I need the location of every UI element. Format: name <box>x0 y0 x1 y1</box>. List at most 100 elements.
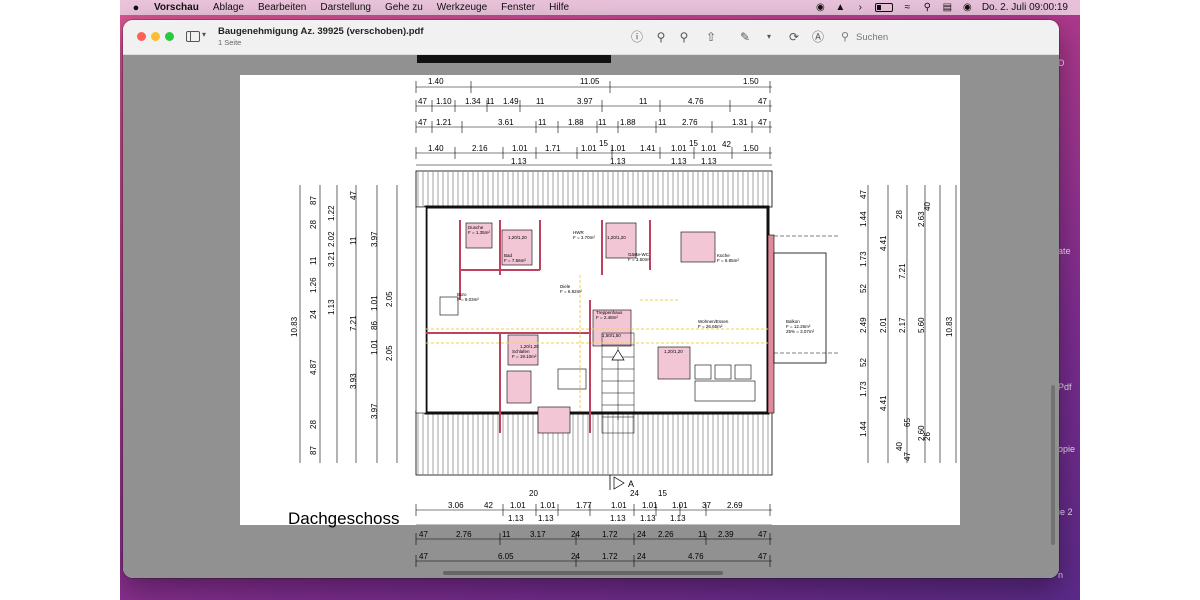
dim-text: 24 <box>637 552 646 561</box>
siri-icon[interactable]: ◉ <box>962 2 973 13</box>
dim-text: 1.13 <box>538 514 554 523</box>
dim-text: 1.72 <box>602 552 618 561</box>
zoom-button[interactable] <box>165 32 174 41</box>
dim-text: 1.21 <box>436 118 452 127</box>
dim-text: 1.01 <box>370 339 379 355</box>
menu-vorschau[interactable]: Vorschau <box>154 2 199 13</box>
menu-ablage[interactable]: Ablage <box>213 2 244 13</box>
dim-text: 28 <box>309 220 318 229</box>
dim-text: 52 <box>859 358 868 367</box>
dim-text: 1.13 <box>640 514 656 523</box>
chevron-down-icon: ▾ <box>202 30 207 39</box>
desktop-label[interactable]: ie 2 <box>1058 507 1073 517</box>
chevron-down-icon[interactable]: ▾ <box>761 29 777 45</box>
dim-text: 37 <box>702 501 711 510</box>
dim-text: 11 <box>536 97 545 106</box>
horizontal-scrollbar[interactable] <box>443 571 723 575</box>
room-area: F = 3.70m² <box>573 235 595 240</box>
desktop-label[interactable]: ate <box>1058 246 1071 256</box>
room-area: F = 1.35m² <box>468 230 490 235</box>
menu-bearbeiten[interactable]: Bearbeiten <box>258 2 306 13</box>
search-input[interactable] <box>856 29 1016 45</box>
desktop: ● Vorschau Ablage Bearbeiten Darstellung… <box>120 0 1080 600</box>
dim-text: 11 <box>538 118 547 127</box>
spotlight-search-icon[interactable]: ⚲ <box>922 2 933 13</box>
dim-text: 1.01 <box>510 501 526 510</box>
annotate-icon[interactable]: Ⓐ <box>810 29 826 45</box>
dim-text: 2.26 <box>658 530 674 539</box>
dim-text: 15 <box>658 489 667 498</box>
app-status-icon[interactable]: ▲ <box>835 2 846 13</box>
dim-text: 1.01 <box>540 501 556 510</box>
dim-text: 3.61 <box>498 118 514 127</box>
dim-text: 3.06 <box>448 501 464 510</box>
control-center-icon[interactable]: ▤ <box>942 2 953 13</box>
dim-text: 24 <box>571 530 580 539</box>
menu-gehe-zu[interactable]: Gehe zu <box>385 2 423 13</box>
battery-icon[interactable] <box>874 3 893 12</box>
desktop-label[interactable]: opie <box>1058 444 1075 454</box>
dim-text: 2.02 <box>327 231 336 247</box>
dim-text: 4.76 <box>688 97 704 106</box>
dim-text: 52 <box>859 284 868 293</box>
desktop-label[interactable]: Pdf <box>1058 382 1072 392</box>
page-count: 1 Seite <box>218 38 242 47</box>
apple-menu-icon[interactable]: ● <box>130 2 142 14</box>
dim-text: 1.01 <box>370 295 379 311</box>
dim-text: 11 <box>486 97 495 106</box>
dim-text: 1.50 <box>743 77 759 86</box>
menu-darstellung[interactable]: Darstellung <box>320 2 371 13</box>
room-area: F = 26.65m² <box>698 324 723 329</box>
dim-text: 11 <box>502 530 511 539</box>
dim-text: 1.13 <box>670 514 686 523</box>
dim-text: 2.63 <box>917 211 926 227</box>
zoom-in-icon[interactable]: ⚲ <box>676 29 692 45</box>
minimize-button[interactable] <box>151 32 160 41</box>
dim-text: 1.31 <box>732 118 748 127</box>
dim-text: 2.05 <box>385 345 394 361</box>
dim-text: 1.77 <box>576 501 592 510</box>
dim-text: 11 <box>698 530 707 539</box>
document-viewport[interactable]: A 1.40 11.05 1.50 47 1.10 1.34 11 1.49 1… <box>123 55 1059 578</box>
dim-text: 1.50 <box>743 144 759 153</box>
menu-bar: ● Vorschau Ablage Bearbeiten Darstellung… <box>120 0 1080 15</box>
dim-text: 1.13 <box>671 157 687 166</box>
record-icon[interactable]: ◉ <box>815 2 826 13</box>
search-field[interactable]: ⚲ <box>841 29 1041 45</box>
menu-hilfe[interactable]: Hilfe <box>549 2 569 13</box>
dim-text: 15 <box>689 139 698 148</box>
dim-text: 7.21 <box>898 263 907 279</box>
dim-text: 2.17 <box>898 317 907 333</box>
dim-text: 1.01 <box>671 144 687 153</box>
menu-fenster[interactable]: Fenster <box>501 2 535 13</box>
wifi-icon[interactable]: ≈ <box>902 2 913 13</box>
sidebar-icon <box>186 31 200 42</box>
dim-text: 5.60 <box>917 317 926 333</box>
bluetooth-icon[interactable]: › <box>855 2 866 13</box>
vertical-scrollbar[interactable] <box>1051 385 1055 545</box>
dim-text: 26 <box>923 432 932 441</box>
menu-werkzeuge[interactable]: Werkzeuge <box>437 2 487 13</box>
close-button[interactable] <box>137 32 146 41</box>
dim-text: 2.49 <box>859 317 868 333</box>
zoom-out-icon[interactable]: ⚲ <box>653 29 669 45</box>
dim-text: 1.01 <box>512 144 528 153</box>
sidebar-toggle-button[interactable]: ▾ <box>186 30 212 44</box>
dim-text: 1.01 <box>701 144 717 153</box>
dim-text: 1.88 <box>620 118 636 127</box>
dim-text: 3.21 <box>327 251 336 267</box>
dim-text: 1.13 <box>508 514 524 523</box>
dim-text: 11 <box>658 118 667 127</box>
window-label: 1,50/1,50 <box>602 333 621 338</box>
markup-pen-icon[interactable]: ✎ <box>737 29 753 45</box>
info-icon[interactable]: ⓘ <box>629 29 645 45</box>
clock[interactable]: Do. 2. Juli 09:00:19 <box>982 2 1068 13</box>
dim-text: 2.76 <box>456 530 472 539</box>
preview-window: ▾ Baugenehmigung Az. 39925 (verschoben).… <box>123 20 1059 578</box>
rotate-icon[interactable]: ⟳ <box>786 29 802 45</box>
balcony-note: 25% = 3.07m² <box>786 329 815 334</box>
dim-text: 3.97 <box>370 231 379 247</box>
share-icon[interactable]: ⇧ <box>703 29 719 45</box>
dim-text: 11 <box>349 236 358 245</box>
dim-text: 10.83 <box>290 316 299 337</box>
